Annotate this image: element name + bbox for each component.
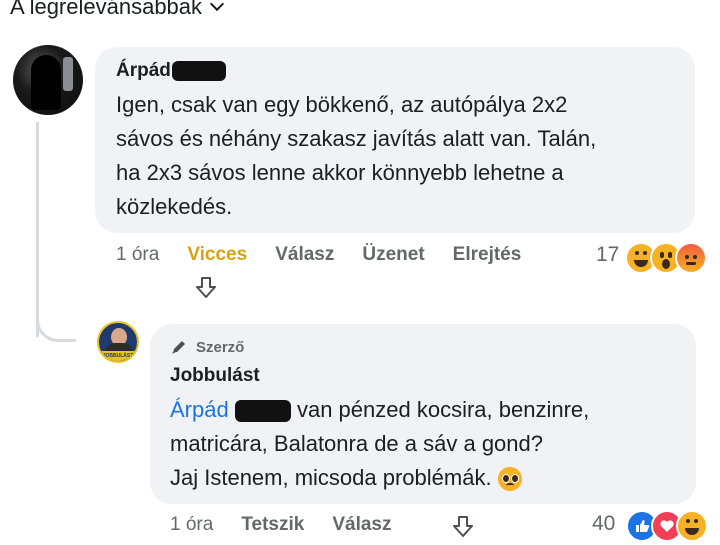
hide-button[interactable]: Elrejtés — [453, 244, 522, 266]
reply-line-text: van pénzed kocsira, benzinre, — [296, 397, 590, 422]
redacted-name — [171, 60, 226, 81]
arrow-down-icon — [450, 514, 476, 545]
avatar[interactable]: JOBBULÁST — [97, 321, 139, 363]
author-badge: Szerző — [170, 338, 244, 356]
comment-actions: 1 óra Vicces Válasz Üzenet Elrejtés — [116, 244, 549, 266]
timestamp[interactable]: 1 óra — [170, 514, 213, 536]
arrow-down-icon — [193, 275, 219, 306]
author-name[interactable]: Árpád — [116, 60, 171, 81]
reply-line: Jaj Istenem, micsoda problémák. — [170, 461, 680, 495]
comment-line: sávos és néhány szakasz javítás alatt va… — [116, 126, 597, 151]
sort-dropdown[interactable]: A legrelevánsabbak — [10, 0, 225, 20]
badge-label: Szerző — [196, 338, 245, 356]
redacted-name — [234, 400, 291, 423]
comment-line: Igen, csak van egy bökkenő, az autópálya… — [116, 92, 568, 117]
like-button[interactable]: Tetszik — [241, 514, 304, 536]
reply-line: Árpád van pénzed kocsira, benzinre, — [170, 393, 680, 427]
thread-reply-connector — [36, 312, 76, 342]
thread-line — [36, 122, 39, 337]
reply-line: matricára, Balatonra de a sáv a gond? — [170, 431, 544, 456]
angry-icon — [675, 242, 707, 274]
reply-author[interactable]: Jobbulást — [170, 365, 260, 387]
reaction-count[interactable]: 17 — [596, 243, 619, 267]
chevron-down-icon — [209, 0, 225, 12]
reply-text: Árpád van pénzed kocsira, benzinre, matr… — [170, 393, 680, 495]
reaction-count[interactable]: 40 — [592, 512, 615, 536]
avatar[interactable] — [13, 45, 83, 115]
reply-line-text: Jaj Istenem, micsoda problémák. — [170, 465, 492, 490]
pencil-icon — [172, 341, 185, 354]
comment-author[interactable]: Árpád — [116, 60, 226, 82]
reaction-button[interactable]: Vicces — [187, 244, 247, 266]
timestamp[interactable]: 1 óra — [116, 244, 159, 266]
message-button[interactable]: Üzenet — [362, 244, 424, 266]
haha-icon — [676, 510, 708, 542]
comment-text: Igen, csak van egy bökkenő, az autópálya… — [116, 88, 676, 224]
mention-name[interactable]: Árpád — [170, 397, 229, 422]
reply-actions: 1 óra Tetszik Válasz — [170, 514, 419, 536]
reaction-summary[interactable] — [625, 242, 707, 274]
comment-line: közlekedés. — [116, 194, 233, 219]
comment-line: ha 2x3 sávos lenne akkor könnyebb lehetn… — [116, 160, 564, 185]
avatar-label: JOBBULÁST — [99, 351, 137, 361]
reply-button[interactable]: Válasz — [275, 244, 334, 266]
mention-link[interactable]: Árpád — [170, 397, 291, 423]
pleading-face-icon — [497, 467, 522, 492]
reply-button[interactable]: Válasz — [332, 514, 391, 536]
sort-label: A legrelevánsabbak — [10, 0, 203, 19]
reaction-summary[interactable] — [626, 510, 708, 542]
